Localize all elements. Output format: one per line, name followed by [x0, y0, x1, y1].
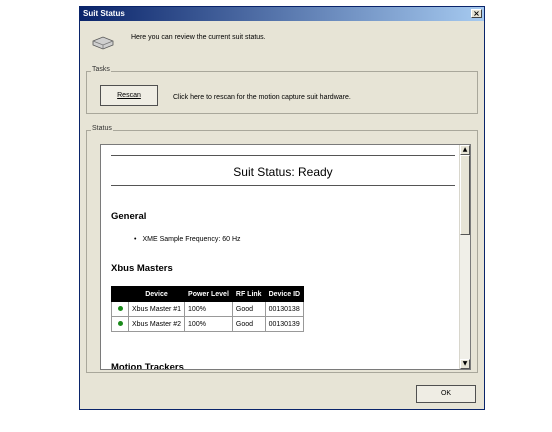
- general-item: XME Sample Frequency: 60 Hz: [134, 236, 240, 243]
- general-heading: General: [111, 211, 147, 222]
- status-column-header: [111, 286, 129, 302]
- status-cell: [111, 316, 129, 332]
- rf-cell: Good: [231, 301, 266, 317]
- suit-device-icon: [92, 36, 114, 50]
- device-id-cell: 00130139: [264, 316, 305, 332]
- device-cell: Xbus Master #2: [127, 316, 186, 332]
- status-title: Suit Status: Ready: [233, 165, 333, 179]
- rf-cell: Good: [231, 316, 266, 332]
- status-report-view[interactable]: Suit Status: Ready General XME Sample Fr…: [100, 144, 471, 370]
- rescan-button[interactable]: Rescan: [100, 85, 158, 106]
- arrow-up-icon: ▲: [462, 146, 468, 153]
- tasks-group-label: Tasks: [91, 66, 111, 73]
- motion-trackers-heading: Motion Trackers: [111, 362, 184, 370]
- column-header-id: Device ID: [264, 286, 305, 302]
- power-cell: 100%: [184, 316, 233, 332]
- ok-button[interactable]: OK: [416, 385, 476, 403]
- column-header-device: Device: [127, 286, 186, 302]
- close-icon: ×: [473, 9, 480, 18]
- status-dot-icon: [117, 305, 123, 311]
- rescan-description: Click here to rescan for the motion capt…: [173, 94, 351, 101]
- column-header-rf: RF Link: [231, 286, 266, 302]
- title-bar: Suit Status ×: [80, 7, 484, 21]
- divider-bottom: [111, 185, 455, 186]
- rescan-label: Rescan: [117, 92, 141, 99]
- table-row: Xbus Master #2 100% Good 00130139: [111, 316, 305, 332]
- scroll-thumb[interactable]: [460, 155, 470, 235]
- suit-status-dialog: Suit Status × Here you can review the cu…: [79, 6, 485, 410]
- device-cell: Xbus Master #1: [127, 301, 186, 317]
- status-group: Status Suit Status: Ready General XME Sa…: [86, 125, 478, 373]
- power-cell: 100%: [184, 301, 233, 317]
- status-group-label: Status: [91, 125, 113, 132]
- close-button[interactable]: ×: [471, 9, 482, 18]
- arrow-down-icon: ▼: [462, 360, 468, 367]
- table-row: Xbus Master #1 100% Good 00130138: [111, 301, 305, 317]
- table-header-row: Device Power Level RF Link Device ID: [111, 286, 305, 302]
- vertical-scrollbar[interactable]: ▲ ▼: [459, 145, 470, 369]
- scroll-down-button[interactable]: ▼: [460, 359, 470, 369]
- header-description: Here you can review the current suit sta…: [131, 34, 266, 41]
- window-title: Suit Status: [83, 9, 125, 18]
- column-header-power: Power Level: [184, 286, 233, 302]
- ok-label: OK: [440, 390, 452, 397]
- status-cell: [111, 301, 129, 317]
- device-id-cell: 00130138: [264, 301, 305, 317]
- xbus-masters-heading: Xbus Masters: [111, 263, 173, 274]
- divider-top: [111, 155, 455, 156]
- status-dot-icon: [117, 320, 123, 326]
- tasks-group: Tasks Rescan Click here to rescan for th…: [86, 66, 478, 114]
- scroll-up-button[interactable]: ▲: [460, 145, 470, 155]
- xbus-masters-table: Device Power Level RF Link Device ID Xbu…: [111, 286, 305, 332]
